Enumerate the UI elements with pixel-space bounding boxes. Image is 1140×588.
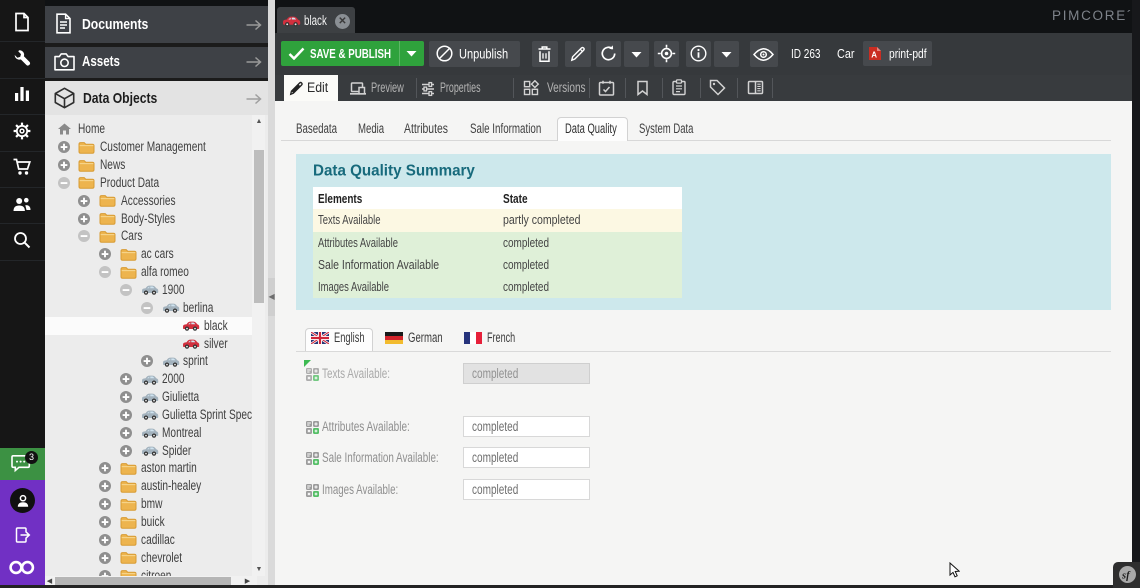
svg-text:sf: sf <box>1121 570 1131 581</box>
svg-text:A: A <box>871 51 877 60</box>
